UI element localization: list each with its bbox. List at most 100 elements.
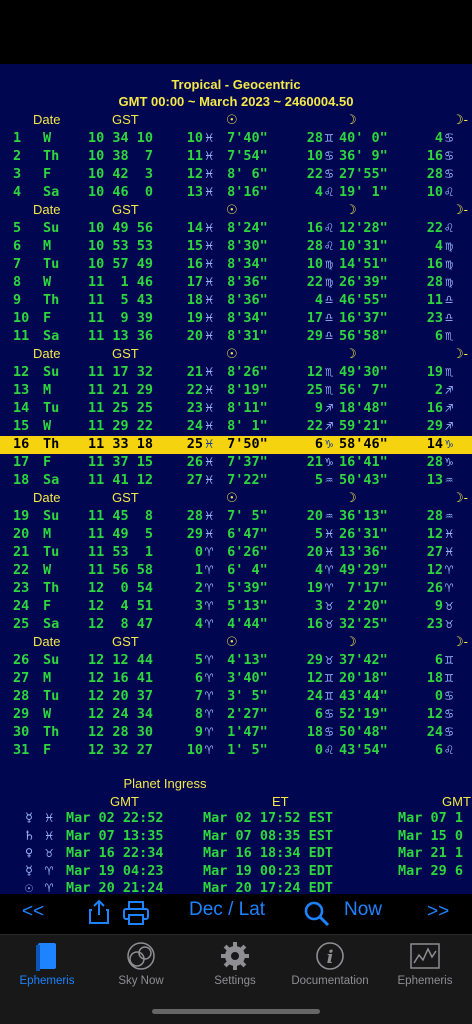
- day-row[interactable]: 4 Sa 10 46 0 13 ♓ 8'16" 4 ♌ 19' 1" 10 ♌: [0, 184, 472, 202]
- tab-ephemeris-chart[interactable]: Ephemeris: [378, 935, 472, 995]
- day-row[interactable]: 14 Tu 11 25 25 23 ♓ 8'11" 9 ♐ 18'48" 16 ♐: [0, 400, 472, 418]
- gst-value: 12 0 54: [88, 580, 154, 596]
- node-degree: 0: [434, 688, 443, 704]
- ingress-gmt: Mar 07 13:35: [66, 827, 164, 844]
- ingress-gmt: Mar 02 22:52: [66, 810, 164, 826]
- day-row[interactable]: 8 W 11 1 46 17 ♓ 8'36" 22 ♍ 26'39" 28 ♍: [0, 274, 472, 292]
- sun-sign-icon: ♓: [205, 130, 214, 146]
- weekday: Sa: [43, 328, 60, 344]
- day-row[interactable]: 12 Su 11 17 32 21 ♓ 8'26" 12 ♏ 49'30" 19 ♏: [0, 364, 472, 382]
- day-row[interactable]: 30 Th 12 28 30 9 ♈ 1'47" 18 ♋ 50'48" 24 ♋: [0, 724, 472, 742]
- node-sign-icon: ♒: [445, 472, 454, 488]
- day-row[interactable]: 3 F 10 42 3 12 ♓ 8' 6" 22 ♋ 27'55" 28 ♋: [0, 166, 472, 184]
- moon-degree: 20: [306, 508, 323, 524]
- moon-sign-icon: ♌: [325, 220, 334, 236]
- day-row[interactable]: 20 M 11 49 5 29 ♓ 6'47" 5 ♓ 26'31" 12 ♓: [0, 526, 472, 544]
- tab-sky-now[interactable]: Sky Now: [94, 935, 188, 995]
- sun-sign-icon: ♈: [205, 688, 214, 704]
- weekday: F: [43, 166, 52, 182]
- day-number: 22: [13, 562, 30, 578]
- day-row[interactable]: 6 M 10 53 53 15 ♓ 8'30" 28 ♌ 10'31" 4 ♍: [0, 238, 472, 256]
- tab-settings[interactable]: Settings: [188, 935, 282, 995]
- tab-documentation[interactable]: i Documentation: [282, 935, 378, 995]
- search-icon[interactable]: [303, 900, 331, 928]
- moon-sign-icon: ♎: [325, 292, 334, 308]
- day-row[interactable]: 26 Su 12 12 44 5 ♈ 4'13" 29 ♉ 37'42" 6 ♊: [0, 652, 472, 670]
- ephemeris-table[interactable]: Tropical - Geocentric GMT 00:00 ~ March …: [0, 64, 472, 894]
- gst-value: 11 17 32: [88, 364, 154, 380]
- selected-day-row[interactable]: 16 Th 11 33 18 25 ♓ 7'50" 6 ♑ 58'46" 14 ♑: [0, 436, 472, 454]
- day-row[interactable]: 27 M 12 16 41 6 ♈ 3'40" 12 ♊ 20'18" 18 ♊: [0, 670, 472, 688]
- gst-value: 11 5 43: [88, 292, 154, 308]
- et-column-header: ET: [272, 794, 289, 809]
- dec-lat-button[interactable]: Dec / Lat: [189, 899, 265, 921]
- node-sign-icon: ♓: [445, 526, 454, 542]
- sun-degree: 20: [186, 328, 203, 344]
- day-row[interactable]: 18 Sa 11 41 12 27 ♓ 7'22" 5 ♒ 50'43" 13 ♒: [0, 472, 472, 490]
- day-row[interactable]: 29 W 12 24 34 8 ♈ 2'27" 6 ♋ 52'19" 12 ♋: [0, 706, 472, 724]
- weekday: F: [43, 310, 52, 326]
- moon-sign-icon: ♌: [325, 238, 334, 254]
- day-number: 16: [13, 436, 30, 452]
- day-row[interactable]: 25 Sa 12 8 47 4 ♈ 4'44" 16 ♉ 32'25" 23 ♉: [0, 616, 472, 634]
- day-row[interactable]: 7 Tu 10 57 49 16 ♓ 8'34" 10 ♍ 14'51" 16 ♍: [0, 256, 472, 274]
- day-number: 8: [13, 274, 22, 290]
- day-row[interactable]: 24 F 12 4 51 3 ♈ 5'13" 3 ♉ 2'20" 9 ♉: [0, 598, 472, 616]
- node-column-header: ☽-: [452, 346, 468, 361]
- node-degree: 11: [426, 292, 443, 308]
- weekday: M: [43, 670, 52, 686]
- day-row[interactable]: 22 W 11 56 58 1 ♈ 6' 4" 4 ♈ 49'29" 12 ♈: [0, 562, 472, 580]
- print-icon[interactable]: [122, 900, 150, 926]
- moon-minutes: 56'58": [339, 328, 388, 344]
- moon-degree: 19: [306, 580, 323, 596]
- node-sign-icon: ♋: [445, 688, 454, 704]
- ingress-gmt2: Mar 07 1: [398, 810, 464, 826]
- moon-minutes: 19' 1": [339, 184, 388, 200]
- day-row[interactable]: 10 F 11 9 39 19 ♓ 8'34" 17 ♎ 16'37" 23 ♎: [0, 310, 472, 328]
- sign-icon: ♈: [45, 862, 54, 879]
- day-row[interactable]: 2 Th 10 38 7 11 ♓ 7'54" 10 ♋ 36' 9" 16 ♋: [0, 148, 472, 166]
- ingress-et: Mar 16 18:34 EDT: [203, 845, 334, 861]
- sun-minutes: 7'50": [219, 436, 268, 452]
- day-row[interactable]: 19 Su 11 45 8 28 ♓ 7' 5" 20 ♒ 36'13" 28 ♒: [0, 508, 472, 526]
- day-row[interactable]: 9 Th 11 5 43 18 ♓ 8'36" 4 ♎ 46'55" 11 ♎: [0, 292, 472, 310]
- node-degree: 4: [434, 130, 443, 146]
- node-column-header: ☽-: [452, 490, 468, 505]
- day-row[interactable]: 1 W 10 34 10 10 ♓ 7'40" 28 ♊ 40' 0" 4 ♋: [0, 130, 472, 148]
- day-row[interactable]: 13 M 11 21 29 22 ♓ 8'19" 25 ♏ 56' 7" 2 ♐: [0, 382, 472, 400]
- moon-minutes: 27'55": [339, 166, 388, 182]
- ingress-et: Mar 07 08:35 EST: [203, 827, 334, 844]
- sun-minutes: 4'13": [219, 652, 268, 668]
- moon-degree: 17: [306, 310, 323, 326]
- day-number: 13: [13, 382, 30, 398]
- day-row[interactable]: 23 Th 12 0 54 2 ♈ 5'39" 19 ♈ 7'17" 26 ♈: [0, 580, 472, 598]
- day-row[interactable]: 21 Tu 11 53 1 0 ♈ 6'26" 20 ♓ 13'36" 27 ♓: [0, 544, 472, 562]
- moon-minutes: 49'30": [339, 364, 388, 380]
- share-icon[interactable]: [88, 899, 112, 925]
- weekday: M: [43, 382, 52, 398]
- day-row[interactable]: 31 F 12 32 27 10 ♈ 1' 5" 0 ♌ 43'54" 6 ♌: [0, 742, 472, 760]
- next-month-button[interactable]: >>: [427, 901, 449, 923]
- node-sign-icon: ♉: [445, 616, 454, 632]
- sun-minutes: 5'13": [219, 598, 268, 614]
- date-column-header: Date: [33, 112, 61, 127]
- previous-month-button[interactable]: <<: [22, 901, 44, 923]
- day-row[interactable]: 15 W 11 29 22 24 ♓ 8' 1" 22 ♐ 59'21" 29 ♐: [0, 418, 472, 436]
- gst-column-header: GST: [112, 634, 139, 649]
- planet-icon: ☿: [25, 810, 34, 826]
- sun-sign-icon: ♈: [205, 616, 214, 632]
- sun-sign-icon: ♓: [205, 418, 214, 434]
- tab-ephemeris[interactable]: Ephemeris: [0, 935, 94, 995]
- moon-minutes: 12'28": [339, 220, 388, 236]
- moon-minutes: 56' 7": [339, 382, 388, 398]
- day-row[interactable]: 17 F 11 37 15 26 ♓ 7'37" 21 ♑ 16'41" 28 ♑: [0, 454, 472, 472]
- sign-icon: ♓: [45, 827, 54, 844]
- node-sign-icon: ♈: [445, 580, 454, 596]
- sun-minutes: 8'36": [219, 292, 268, 308]
- gst-value: 12 24 34: [88, 706, 154, 722]
- day-row[interactable]: 28 Tu 12 20 37 7 ♈ 3' 5" 24 ♊ 43'44" 0 ♋: [0, 688, 472, 706]
- node-sign-icon: ♒: [445, 508, 454, 524]
- day-row[interactable]: 11 Sa 11 13 36 20 ♓ 8'31" 29 ♎ 56'58" 6 ♏: [0, 328, 472, 346]
- now-button[interactable]: Now: [344, 899, 382, 921]
- day-row[interactable]: 5 Su 10 49 56 14 ♓ 8'24" 16 ♌ 12'28" 22 ♌: [0, 220, 472, 238]
